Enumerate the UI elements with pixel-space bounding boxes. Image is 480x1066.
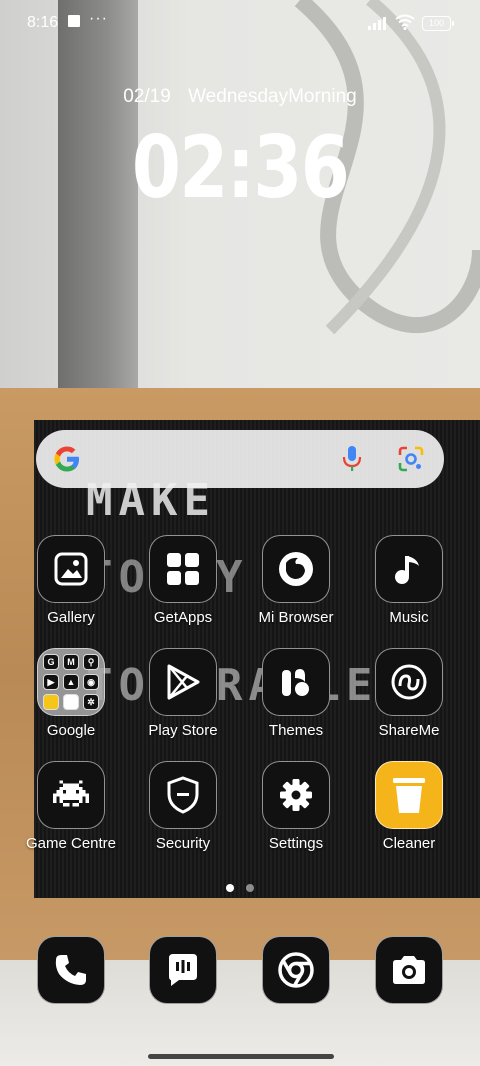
browser-icon — [262, 535, 330, 603]
app-label: GetApps — [153, 609, 213, 626]
app-music[interactable]: Music — [353, 535, 465, 626]
app-google-folder[interactable]: G M ⚲ ▶ ▲ ◉ ✲ Google — [15, 648, 127, 739]
status-bar: 8:16 ··· 100 — [0, 0, 480, 46]
home-gesture-bar[interactable] — [148, 1054, 334, 1059]
app-play-store[interactable]: Play Store — [127, 648, 239, 739]
clock-date: 02/19 — [123, 86, 171, 107]
app-label: Themes — [268, 722, 324, 739]
battery-icon: 100 — [422, 16, 454, 31]
dock-camera[interactable] — [353, 936, 465, 1004]
dock-messages[interactable] — [127, 936, 239, 1004]
play-store-icon — [149, 648, 217, 716]
app-label: Play Store — [148, 722, 218, 739]
app-label: Game Centre — [25, 835, 117, 852]
wifi-icon — [395, 14, 415, 30]
google-folder-icon: G M ⚲ ▶ ▲ ◉ ✲ — [37, 648, 105, 716]
phone-icon — [37, 936, 105, 1004]
security-icon — [149, 761, 217, 829]
status-time: 8:16 — [27, 14, 59, 31]
clock-time[interactable]: 02:36 — [43, 118, 437, 218]
dock-chrome[interactable] — [240, 936, 352, 1004]
app-gallery[interactable]: Gallery — [15, 535, 127, 626]
app-label: Google — [46, 722, 96, 739]
dock-phone[interactable] — [15, 936, 127, 1004]
chrome-icon — [262, 936, 330, 1004]
clock-date-line[interactable]: 02/19 WednesdayMorning — [0, 86, 480, 108]
messages-icon — [149, 936, 217, 1004]
voice-search-icon[interactable] — [342, 445, 362, 473]
app-label: Cleaner — [382, 835, 436, 852]
app-cleaner[interactable]: Cleaner — [353, 761, 465, 852]
app-settings[interactable]: Settings — [240, 761, 352, 852]
gallery-icon — [37, 535, 105, 603]
app-label: Gallery — [47, 609, 95, 626]
themes-icon — [262, 648, 330, 716]
app-label: Mi Browser — [258, 609, 334, 626]
game-centre-icon — [37, 761, 105, 829]
page-indicator-active — [226, 884, 234, 892]
shareme-icon — [375, 648, 443, 716]
google-search-bar[interactable] — [36, 430, 444, 488]
cleaner-icon — [375, 761, 443, 829]
app-getapps[interactable]: GetApps — [127, 535, 239, 626]
signal-icon — [368, 17, 386, 30]
app-label: Music — [389, 609, 429, 626]
app-label: Security — [155, 835, 211, 852]
google-logo-icon — [54, 446, 79, 472]
app-shareme[interactable]: ShareMe — [353, 648, 465, 739]
notification-icon — [68, 15, 80, 27]
app-themes[interactable]: Themes — [240, 648, 352, 739]
camera-icon — [375, 936, 443, 1004]
google-lens-icon[interactable] — [397, 445, 425, 473]
music-icon — [375, 535, 443, 603]
clock-day: WednesdayMorning — [188, 86, 357, 107]
more-notifications-icon: ··· — [89, 10, 108, 27]
getapps-icon — [149, 535, 217, 603]
settings-icon — [262, 761, 330, 829]
app-label: ShareMe — [378, 722, 440, 739]
app-mi-browser[interactable]: Mi Browser — [240, 535, 352, 626]
app-game-centre[interactable]: Game Centre — [15, 761, 127, 852]
app-label: Settings — [268, 835, 324, 852]
app-security[interactable]: Security — [127, 761, 239, 852]
page-indicator-inactive — [246, 884, 254, 892]
